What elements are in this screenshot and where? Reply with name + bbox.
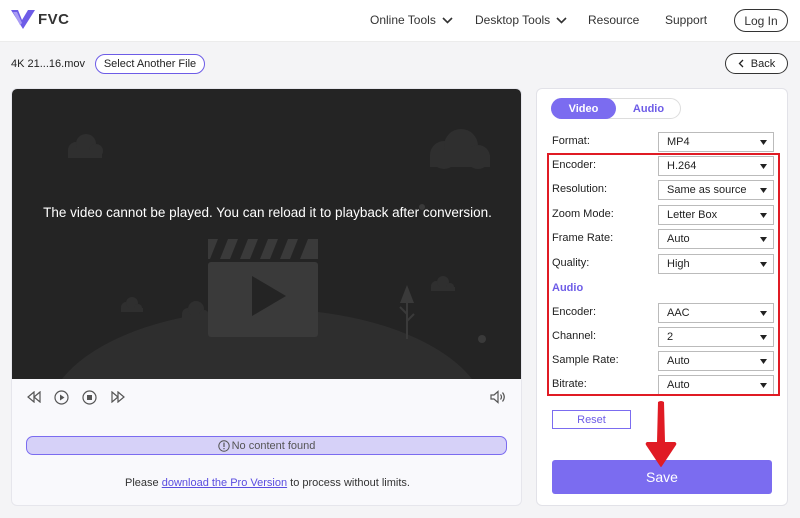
audio-encoder-value: AAC [667, 307, 690, 319]
caret-down-icon [760, 311, 767, 316]
back-button[interactable]: Back [725, 53, 788, 74]
stop-button[interactable] [81, 389, 97, 405]
zoom-mode-row: Zoom Mode: Letter Box [552, 205, 774, 225]
zoom-mode-select[interactable]: Letter Box [658, 205, 774, 225]
fvc-logo[interactable]: FVC [10, 8, 70, 30]
resolution-row: Resolution: Same as source [552, 180, 774, 200]
frame-rate-value: Auto [667, 233, 690, 245]
red-arrow-annotation [645, 401, 677, 467]
video-area[interactable]: The video cannot be played. You can relo… [12, 89, 521, 379]
nav-support[interactable]: Support [665, 13, 707, 27]
format-label: Format: [552, 135, 590, 147]
logo-text: FVC [38, 10, 70, 28]
chevron-down-icon [442, 16, 453, 24]
fast-forward-button[interactable] [110, 389, 126, 405]
nav-desktop-tools-label: Desktop Tools [475, 13, 551, 27]
audio-section-heading: Audio [552, 282, 584, 294]
play-button[interactable] [53, 389, 69, 405]
download-pro-link[interactable]: download the Pro Version [162, 477, 287, 489]
caret-down-icon [760, 383, 767, 388]
reset-button[interactable]: Reset [552, 410, 631, 429]
video-encoder-select[interactable]: H.264 [658, 156, 774, 176]
chevron-left-icon [738, 59, 744, 68]
chevron-down-icon [556, 16, 567, 24]
frame-rate-select[interactable]: Auto [658, 229, 774, 249]
nav-support-label: Support [665, 13, 708, 27]
caret-down-icon [760, 335, 767, 340]
audio-encoder-row: Encoder: AAC [552, 303, 774, 323]
sample-rate-select[interactable]: Auto [658, 351, 774, 371]
nav-online-tools[interactable]: Online Tools [370, 13, 453, 27]
resolution-label: Resolution: [552, 183, 608, 195]
caret-down-icon [760, 359, 767, 364]
info-icon [217, 439, 230, 452]
channel-value: 2 [667, 331, 674, 343]
nav-resource[interactable]: Resource [588, 13, 639, 27]
top-header: FVC Online Tools Desktop Tools Resource … [0, 0, 800, 42]
player-panel: The video cannot be played. You can relo… [11, 88, 522, 506]
bitrate-select[interactable]: Auto [658, 375, 774, 395]
channel-row: Channel: 2 [552, 327, 774, 347]
tab-video[interactable]: Video [551, 98, 616, 119]
caret-down-icon [760, 237, 767, 242]
format-select[interactable]: MP4 [658, 132, 774, 152]
quality-row: Quality: High [552, 254, 774, 274]
audio-encoder-select[interactable]: AAC [658, 303, 774, 323]
caret-down-icon [760, 188, 767, 193]
resolution-value: Same as source [667, 184, 747, 196]
promo-suffix: to process without limits. [287, 477, 410, 489]
promo-prefix: Please [125, 477, 162, 489]
frame-rate-label: Frame Rate: [552, 232, 614, 244]
volume-icon [490, 390, 505, 404]
stop-icon [81, 389, 97, 405]
frame-rate-row: Frame Rate: Auto [552, 229, 774, 249]
channel-label: Channel: [552, 330, 597, 342]
bitrate-value: Auto [667, 379, 690, 391]
bitrate-label: Bitrate: [552, 378, 587, 390]
caret-down-icon [760, 213, 767, 218]
progress-text: No content found [231, 439, 316, 452]
caret-down-icon [760, 164, 767, 169]
video-encoder-value: H.264 [667, 160, 697, 172]
zoom-mode-label: Zoom Mode: [552, 208, 614, 220]
progress-bar: No content found [26, 436, 507, 455]
quality-value: High [667, 258, 690, 270]
select-another-file-button[interactable]: Select Another File [95, 54, 205, 74]
resolution-select[interactable]: Same as source [658, 180, 774, 200]
fast-forward-icon [111, 391, 125, 403]
video-encoder-row: Encoder: H.264 [552, 156, 774, 176]
nav-online-tools-label: Online Tools [370, 13, 436, 27]
fvc-logo-icon [11, 10, 35, 29]
bitrate-row: Bitrate: Auto [552, 375, 774, 395]
format-value: MP4 [667, 136, 690, 148]
sample-rate-row: Sample Rate: Auto [552, 351, 774, 371]
quality-select[interactable]: High [658, 254, 774, 274]
channel-select[interactable]: 2 [658, 327, 774, 347]
rewind-button[interactable] [26, 389, 42, 405]
caret-down-icon [760, 262, 767, 267]
play-icon [53, 389, 69, 405]
format-row: Format: MP4 [552, 132, 774, 152]
player-controls [12, 379, 521, 417]
sample-rate-label: Sample Rate: [552, 354, 619, 366]
zoom-mode-value: Letter Box [667, 209, 718, 221]
nav-resource-label: Resource [588, 13, 640, 27]
caret-down-icon [760, 140, 767, 145]
video-encoder-label: Encoder: [552, 159, 597, 171]
pro-version-promo: Please download the Pro Version to proce… [12, 477, 521, 489]
login-button[interactable]: Log In [734, 9, 788, 32]
quality-label: Quality: [552, 257, 590, 269]
nav-desktop-tools[interactable]: Desktop Tools [475, 13, 567, 27]
back-label: Back [750, 57, 776, 70]
file-name: 4K 21...16.mov [11, 58, 85, 70]
tab-audio[interactable]: Audio [616, 98, 681, 119]
volume-button[interactable] [490, 389, 506, 405]
sample-rate-value: Auto [667, 355, 690, 367]
video-error-message: The video cannot be played. You can relo… [43, 205, 492, 220]
settings-tabs: Video Audio [551, 98, 681, 119]
rewind-icon [27, 391, 41, 403]
video-placeholder-illustration [62, 129, 490, 379]
audio-encoder-label: Encoder: [552, 306, 597, 318]
